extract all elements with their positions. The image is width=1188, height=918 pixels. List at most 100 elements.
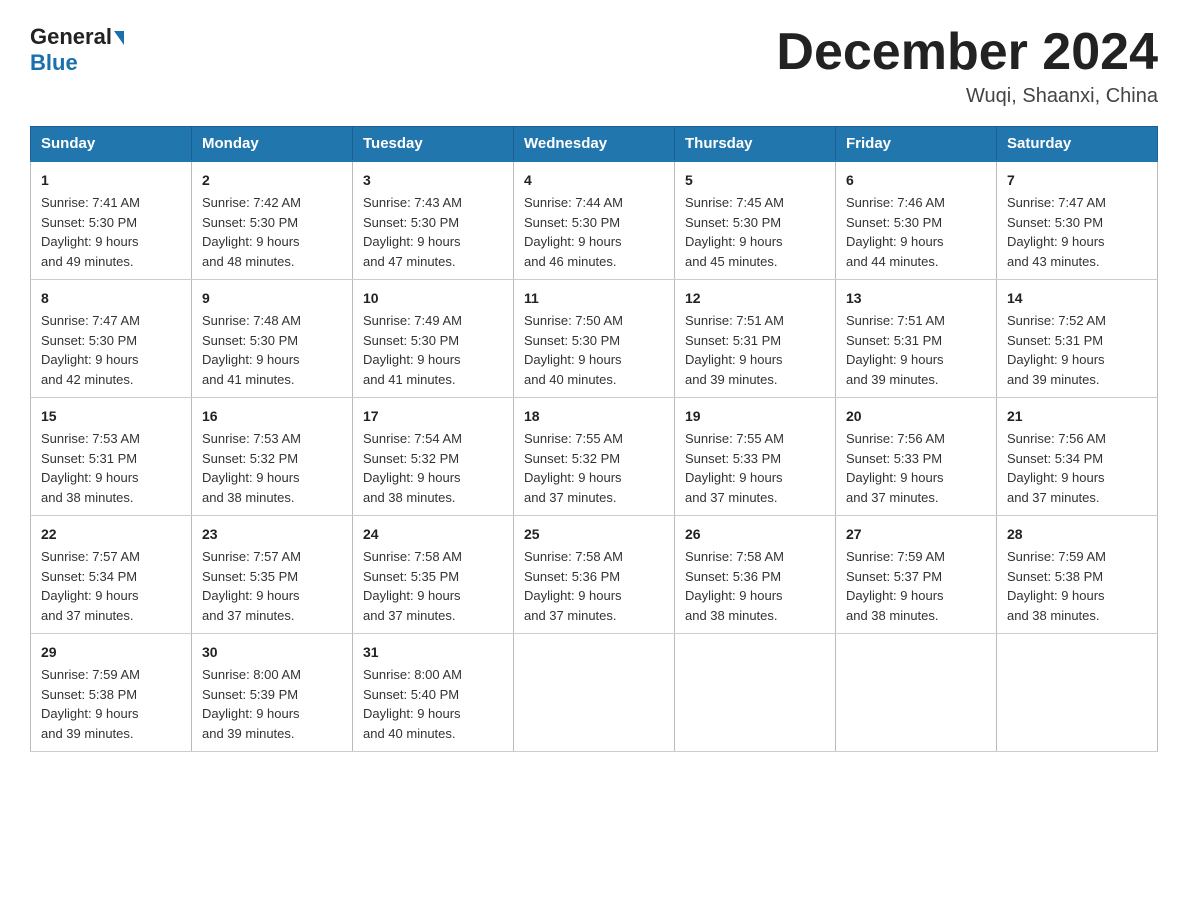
calendar-cell: 24Sunrise: 7:58 AMSunset: 5:35 PMDayligh… [353,516,514,634]
header-cell-monday: Monday [192,127,353,162]
header-cell-saturday: Saturday [997,127,1158,162]
calendar-cell: 29Sunrise: 7:59 AMSunset: 5:38 PMDayligh… [31,634,192,752]
day-number: 2 [202,170,342,191]
header-cell-thursday: Thursday [675,127,836,162]
day-number: 25 [524,524,664,545]
day-number: 1 [41,170,181,191]
day-info: Sunrise: 7:47 AMSunset: 5:30 PMDaylight:… [1007,195,1106,269]
day-info: Sunrise: 7:57 AMSunset: 5:35 PMDaylight:… [202,549,301,623]
calendar-cell: 3Sunrise: 7:43 AMSunset: 5:30 PMDaylight… [353,161,514,280]
calendar-cell: 5 Sunrise: 7:45 AMSunset: 5:30 PMDaylight… [675,161,836,280]
day-info: Sunrise: 7:56 AMSunset: 5:34 PMDaylight:… [1007,431,1106,505]
day-number: 3 [363,170,503,191]
calendar-cell: 6Sunrise: 7:46 AMSunset: 5:30 PMDaylight… [836,161,997,280]
calendar-cell [514,634,675,752]
logo-triangle-icon [114,31,124,45]
day-number: 6 [846,170,986,191]
calendar-cell: 11Sunrise: 7:50 AMSunset: 5:30 PMDayligh… [514,280,675,398]
calendar-cell: 19 Sunrise: 7:55 AMSunset: 5:33 PMDayligh… [675,398,836,516]
day-number: 23 [202,524,342,545]
day-info: Sunrise: 7:42 AMSunset: 5:30 PMDaylight:… [202,195,301,269]
day-number: 17 [363,406,503,427]
day-info: Sunrise: 7:45 AMSunset: 5:30 PMDaylight:… [685,195,784,269]
header-cell-wednesday: Wednesday [514,127,675,162]
logo-blue-text: Blue [30,50,78,75]
day-number: 7 [1007,170,1147,191]
calendar-cell: 17Sunrise: 7:54 AMSunset: 5:32 PMDayligh… [353,398,514,516]
day-info: Sunrise: 7:59 AMSunset: 5:38 PMDaylight:… [1007,549,1106,623]
day-info: Sunrise: 8:00 AMSunset: 5:39 PMDaylight:… [202,667,301,741]
calendar-body: 1Sunrise: 7:41 AMSunset: 5:30 PMDaylight… [31,161,1158,752]
calendar-cell: 14 Sunrise: 7:52 AMSunset: 5:31 PMDayligh… [997,280,1158,398]
day-number: 10 [363,288,503,309]
day-info: Sunrise: 7:44 AMSunset: 5:30 PMDaylight:… [524,195,623,269]
day-number: 9 [202,288,342,309]
day-number: 20 [846,406,986,427]
day-info: Sunrise: 7:47 AMSunset: 5:30 PMDaylight:… [41,313,140,387]
page-header: General Blue December 2024 Wuqi, Shaanxi… [30,24,1158,108]
calendar-cell: 2 Sunrise: 7:42 AMSunset: 5:30 PMDaylight… [192,161,353,280]
day-number: 21 [1007,406,1147,427]
day-info: Sunrise: 7:59 AMSunset: 5:38 PMDaylight:… [41,667,140,741]
day-number: 4 [524,170,664,191]
calendar-cell [836,634,997,752]
calendar-cell: 20Sunrise: 7:56 AMSunset: 5:33 PMDayligh… [836,398,997,516]
day-number: 22 [41,524,181,545]
day-info: Sunrise: 7:57 AMSunset: 5:34 PMDaylight:… [41,549,140,623]
calendar-cell: 15Sunrise: 7:53 AMSunset: 5:31 PMDayligh… [31,398,192,516]
day-info: Sunrise: 7:53 AMSunset: 5:31 PMDaylight:… [41,431,140,505]
day-info: Sunrise: 7:58 AMSunset: 5:36 PMDaylight:… [524,549,623,623]
calendar-cell: 18 Sunrise: 7:55 AMSunset: 5:32 PMDayligh… [514,398,675,516]
calendar-cell: 9Sunrise: 7:48 AMSunset: 5:30 PMDaylight… [192,280,353,398]
day-number: 18 [524,406,664,427]
calendar-cell: 1Sunrise: 7:41 AMSunset: 5:30 PMDaylight… [31,161,192,280]
calendar-week-5: 29Sunrise: 7:59 AMSunset: 5:38 PMDayligh… [31,634,1158,752]
calendar-cell: 16 Sunrise: 7:53 AMSunset: 5:32 PMDayligh… [192,398,353,516]
title-block: December 2024 Wuqi, Shaanxi, China [776,24,1158,108]
month-title: December 2024 [776,24,1158,81]
calendar-cell: 12Sunrise: 7:51 AMSunset: 5:31 PMDayligh… [675,280,836,398]
day-info: Sunrise: 8:00 AMSunset: 5:40 PMDaylight:… [363,667,462,741]
day-info: Sunrise: 7:49 AMSunset: 5:30 PMDaylight:… [363,313,462,387]
calendar-cell: 4 Sunrise: 7:44 AMSunset: 5:30 PMDaylight… [514,161,675,280]
calendar-cell: 31 Sunrise: 8:00 AMSunset: 5:40 PMDayligh… [353,634,514,752]
day-number: 30 [202,642,342,663]
calendar-cell: 27 Sunrise: 7:59 AMSunset: 5:37 PMDayligh… [836,516,997,634]
day-number: 8 [41,288,181,309]
calendar-cell [675,634,836,752]
day-number: 31 [363,642,503,663]
day-info: Sunrise: 7:55 AMSunset: 5:32 PMDaylight:… [524,431,623,505]
calendar-cell: 21 Sunrise: 7:56 AMSunset: 5:34 PMDayligh… [997,398,1158,516]
day-number: 11 [524,288,664,309]
calendar-cell: 8 Sunrise: 7:47 AMSunset: 5:30 PMDaylight… [31,280,192,398]
day-number: 14 [1007,288,1147,309]
header-row: SundayMondayTuesdayWednesdayThursdayFrid… [31,127,1158,162]
day-number: 16 [202,406,342,427]
header-cell-sunday: Sunday [31,127,192,162]
day-number: 26 [685,524,825,545]
day-number: 19 [685,406,825,427]
day-number: 12 [685,288,825,309]
day-info: Sunrise: 7:55 AMSunset: 5:33 PMDaylight:… [685,431,784,505]
calendar-cell: 28Sunrise: 7:59 AMSunset: 5:38 PMDayligh… [997,516,1158,634]
day-info: Sunrise: 7:58 AMSunset: 5:35 PMDaylight:… [363,549,462,623]
location: Wuqi, Shaanxi, China [776,85,1158,108]
calendar-week-1: 1Sunrise: 7:41 AMSunset: 5:30 PMDaylight… [31,161,1158,280]
calendar-cell: 30 Sunrise: 8:00 AMSunset: 5:39 PMDayligh… [192,634,353,752]
day-number: 27 [846,524,986,545]
calendar-cell: 7 Sunrise: 7:47 AMSunset: 5:30 PMDaylight… [997,161,1158,280]
day-info: Sunrise: 7:52 AMSunset: 5:31 PMDaylight:… [1007,313,1106,387]
calendar-cell [997,634,1158,752]
day-number: 5 [685,170,825,191]
day-info: Sunrise: 7:53 AMSunset: 5:32 PMDaylight:… [202,431,301,505]
calendar-table: SundayMondayTuesdayWednesdayThursdayFrid… [30,126,1158,752]
header-cell-tuesday: Tuesday [353,127,514,162]
calendar-week-2: 8 Sunrise: 7:47 AMSunset: 5:30 PMDaylight… [31,280,1158,398]
day-info: Sunrise: 7:58 AMSunset: 5:36 PMDaylight:… [685,549,784,623]
day-info: Sunrise: 7:59 AMSunset: 5:37 PMDaylight:… [846,549,945,623]
header-cell-friday: Friday [836,127,997,162]
logo: General Blue [30,24,124,76]
day-info: Sunrise: 7:51 AMSunset: 5:31 PMDaylight:… [846,313,945,387]
calendar-cell: 13Sunrise: 7:51 AMSunset: 5:31 PMDayligh… [836,280,997,398]
calendar-cell: 23 Sunrise: 7:57 AMSunset: 5:35 PMDayligh… [192,516,353,634]
